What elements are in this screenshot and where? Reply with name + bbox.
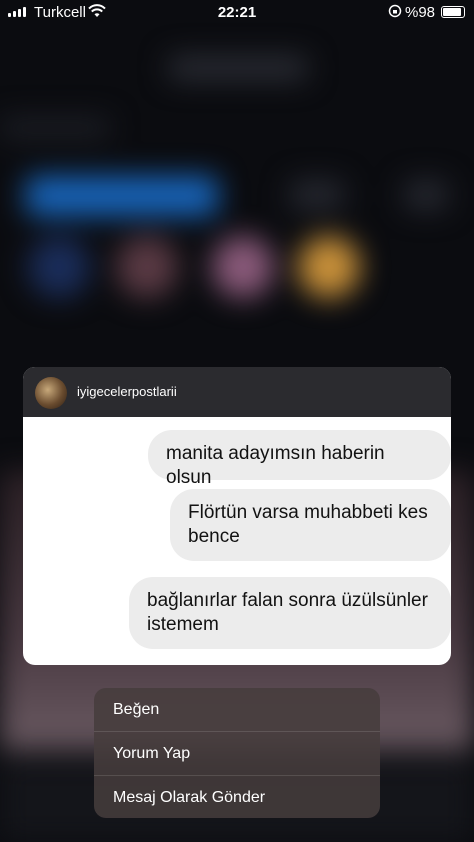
menu-item-comment[interactable]: Yorum Yap bbox=[94, 732, 380, 776]
action-menu: Beğen Yorum Yap Mesaj Olarak Gönder bbox=[94, 688, 380, 818]
message-bubble: Flörtün varsa muhabbeti kes bence bbox=[170, 489, 451, 561]
battery-icon bbox=[441, 6, 465, 18]
avatar[interactable] bbox=[35, 377, 67, 409]
post-header: iyigecelerpostlarii bbox=[23, 367, 451, 417]
menu-item-like[interactable]: Beğen bbox=[94, 688, 380, 732]
post-preview-card[interactable]: iyigecelerpostlarii manita adayımsın hab… bbox=[23, 367, 451, 665]
blurred-text bbox=[0, 118, 110, 138]
message-bubble: bağlanırlar falan sonra üzülsünler istem… bbox=[129, 577, 451, 649]
clock: 22:21 bbox=[217, 4, 257, 21]
blurred-follow-button bbox=[26, 176, 218, 216]
username[interactable]: iyigecelerpostlarii bbox=[77, 384, 177, 399]
status-bar: Turkcell 22:21 %98 bbox=[0, 0, 474, 24]
battery-percentage: %98 bbox=[405, 4, 436, 21]
blurred-highlight bbox=[28, 236, 90, 298]
blurred-button bbox=[290, 180, 344, 210]
blurred-highlight bbox=[298, 236, 360, 298]
orientation-lock-icon bbox=[388, 4, 402, 22]
blurred-highlight bbox=[116, 236, 178, 298]
blurred-title bbox=[168, 56, 308, 80]
blurred-highlight bbox=[212, 236, 274, 298]
menu-item-send-as-message[interactable]: Mesaj Olarak Gönder bbox=[94, 776, 380, 818]
message-bubble: manita adayımsın haberin olsun bbox=[148, 430, 451, 488]
blurred-button bbox=[404, 180, 448, 210]
